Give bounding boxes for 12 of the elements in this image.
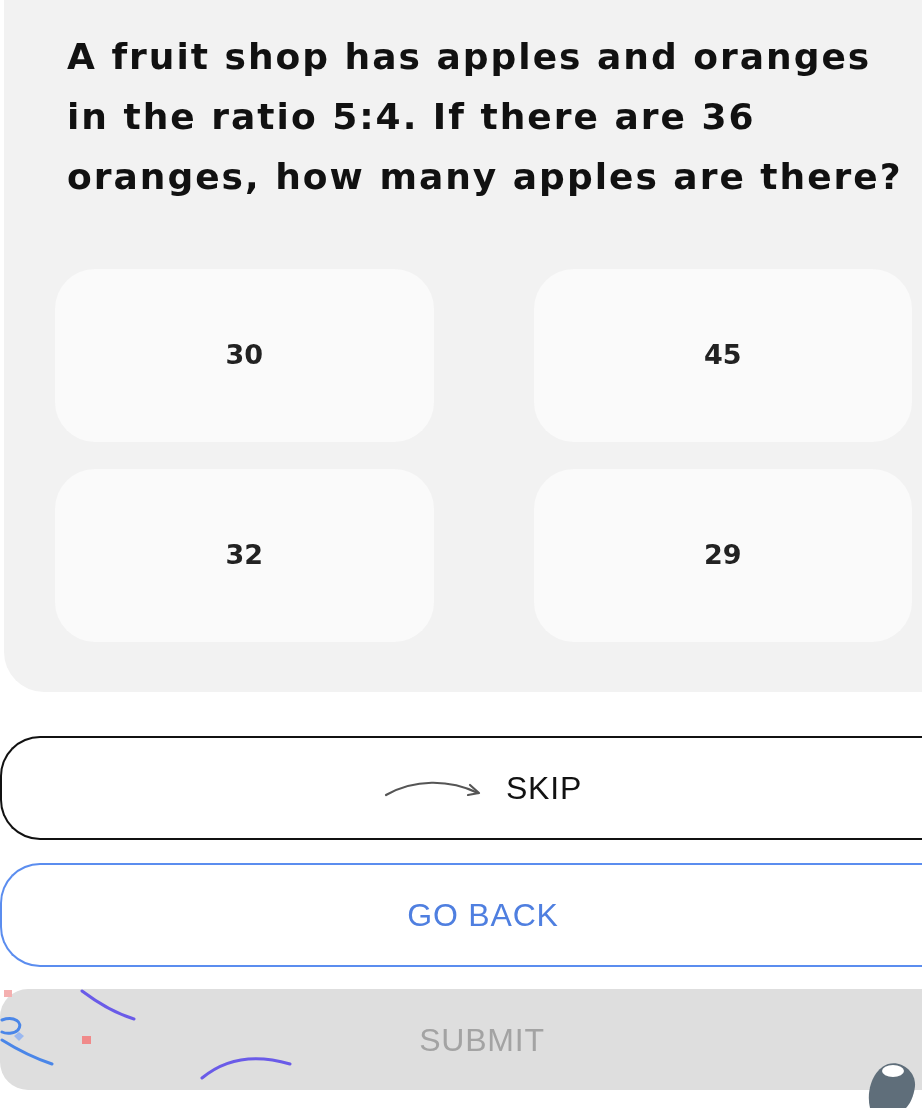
confetti-streamer-icon [80,989,136,1021]
confetti-streamer-icon [0,1014,54,1068]
go-back-button[interactable]: GO BACK [0,863,922,967]
confetti-piece-icon [4,990,12,997]
answer-option[interactable]: 29 [533,469,912,642]
question-text: A fruit shop has apples and oranges in the ratio 5:4. If there are 36 oranges, how many apples are there? [67,35,904,199]
answer-option[interactable]: 32 [55,469,434,642]
answer-option[interactable]: 30 [55,269,434,442]
confetti-piece-icon [82,1036,91,1044]
answer-option[interactable]: 45 [533,269,912,442]
confetti-piece-icon [14,1032,24,1041]
skip-button[interactable]: SKIP [0,736,922,840]
